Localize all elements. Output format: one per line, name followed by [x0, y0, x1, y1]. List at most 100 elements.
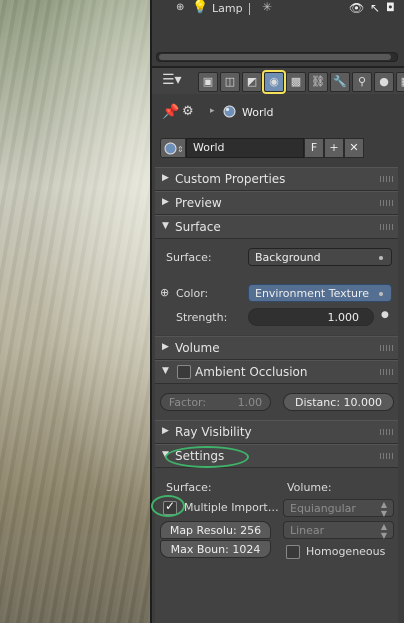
drag-grip-icon[interactable]: [380, 345, 394, 351]
collapsed-arrow-icon: ▶: [162, 342, 169, 352]
strength-field[interactable]: 1.000: [248, 308, 374, 326]
breadcrumb-arrow-icon: ▸: [210, 106, 215, 116]
updown-icon: ▲ ▼: [380, 500, 387, 518]
collapsed-arrow-icon: ▶: [162, 426, 169, 436]
strength-value: 1.000: [327, 311, 360, 324]
drag-grip-icon[interactable]: [380, 176, 394, 182]
ambient-occlusion-checkbox[interactable]: [177, 365, 191, 379]
ao-distance-field[interactable]: Distanc: 10.000: [283, 393, 394, 411]
new-world-button[interactable]: +: [324, 138, 344, 158]
expanded-arrow-icon: ▼: [162, 366, 169, 376]
lamp-data-icon[interactable]: ✳: [262, 0, 272, 14]
panel-ray-visibility[interactable]: ▶ Ray Visibility: [155, 420, 398, 444]
cursor-icon[interactable]: ↖: [370, 1, 380, 15]
collapsed-arrow-icon: ▶: [162, 197, 169, 207]
editor-type-icon[interactable]: ☰▾: [162, 72, 184, 90]
color-input-field[interactable]: Environment Texture: [248, 284, 392, 302]
scene-icon[interactable]: ◫: [220, 72, 240, 92]
volume-sampling-value: Equiangular: [290, 502, 356, 515]
eye-icon[interactable]: 👁: [349, 1, 364, 15]
unlink-world-button[interactable]: ✕: [344, 138, 364, 158]
volume-sampling-select[interactable]: Equiangular ▲ ▼: [283, 499, 394, 518]
world-icon[interactable]: ◉: [264, 72, 284, 92]
multiple-importance-label[interactable]: Multiple Import…: [184, 501, 279, 514]
render-icon[interactable]: ◘: [386, 1, 395, 14]
socket-dot-icon[interactable]: ●: [381, 310, 389, 320]
breadcrumb-world-label: World: [242, 106, 274, 119]
world-browse-button[interactable]: ⇕: [160, 138, 186, 158]
texture-icon[interactable]: ▦: [396, 72, 404, 92]
outliner-lamp-label[interactable]: Lamp: [212, 2, 243, 15]
surface-shader-value: Background: [255, 251, 321, 264]
volume-interpolation-select[interactable]: Linear ▲ ▼: [283, 521, 394, 540]
constraints-icon[interactable]: ⛓: [308, 72, 328, 92]
breadcrumb: 📌 ⚙ ▸ World: [152, 98, 404, 128]
homogeneous-label[interactable]: Homogeneous: [306, 545, 385, 558]
ao-factor-label: Factor:: [168, 396, 207, 409]
material-icon[interactable]: ●: [374, 72, 394, 92]
pin-icon[interactable]: 📌: [162, 104, 179, 120]
context-tabs: ▣ ◫ ◩ ◉ ▩ ⛓ 🔧 ⚲ ● ▦: [198, 72, 404, 92]
strength-label: Strength:: [176, 311, 228, 324]
panel-title: Volume: [175, 341, 220, 355]
scene-icon: ⚙: [182, 104, 194, 119]
properties-toolbar: ☰▾ ▣ ◫ ◩ ◉ ▩ ⛓ 🔧 ⚲ ● ▦: [152, 68, 404, 94]
world-datablock-selector: ⇕ World F + ✕: [160, 138, 364, 158]
socket-dot-icon[interactable]: [379, 256, 383, 260]
annotation-ellipse: [165, 446, 249, 468]
surface-shader-field[interactable]: Background: [248, 248, 392, 266]
modifiers-icon[interactable]: 🔧: [330, 72, 350, 92]
svg-text:⇕: ⇕: [177, 145, 182, 154]
panel-title: Custom Properties: [175, 172, 286, 186]
render-icon[interactable]: ▣: [198, 72, 218, 92]
annotation-ellipse: [151, 495, 185, 517]
drag-grip-icon[interactable]: [380, 200, 394, 206]
volume-interpolation-value: Linear: [290, 524, 325, 537]
panel-ambient-occlusion[interactable]: ▼ Ambient Occlusion: [155, 360, 398, 384]
world-name-field[interactable]: World: [186, 138, 304, 158]
horizontal-scrollbar[interactable]: [156, 52, 398, 62]
world-icon: [223, 105, 236, 121]
outliner: ⊕ 💡 Lamp ✳ 👁 ↖ ◘: [152, 0, 404, 66]
homogeneous-checkbox[interactable]: [286, 545, 300, 559]
collapsed-arrow-icon: ▶: [162, 173, 169, 183]
settings-surface-label: Surface:: [166, 481, 212, 494]
map-resolution-field[interactable]: Map Resolu: 256: [160, 521, 271, 539]
drag-grip-icon[interactable]: [380, 369, 394, 375]
settings-volume-label: Volume:: [287, 481, 332, 494]
object-icon[interactable]: ▩: [286, 72, 306, 92]
scrollbar-thumb[interactable]: [159, 54, 391, 60]
panel-title: Surface: [175, 220, 221, 234]
fake-user-button[interactable]: F: [304, 138, 324, 158]
updown-icon: ▲ ▼: [380, 522, 387, 540]
panel-custom-properties[interactable]: ▶ Custom Properties: [155, 167, 398, 191]
separator: [249, 3, 250, 15]
drag-grip-icon[interactable]: [380, 429, 394, 435]
max-bounces-value: Max Boun: 1024: [170, 543, 261, 556]
surface-label: Surface:: [166, 251, 212, 264]
panel-volume[interactable]: ▶ Volume: [155, 336, 398, 360]
socket-dot-icon[interactable]: [379, 292, 383, 296]
data-icon[interactable]: ⚲: [352, 72, 372, 92]
outliner-row-lamp[interactable]: ⊕ 💡 Lamp ✳ 👁 ↖ ◘: [152, 0, 404, 18]
expand-icon[interactable]: ⊕: [176, 2, 184, 13]
viewport-3d[interactable]: [0, 0, 150, 623]
map-resolution-value: Map Resolu: 256: [169, 524, 262, 537]
expand-node-icon[interactable]: ⊕: [160, 286, 169, 299]
panel-title: Preview: [175, 196, 222, 210]
panel-title: Ambient Occlusion: [195, 365, 308, 379]
expanded-arrow-icon: ▼: [162, 221, 169, 231]
ao-factor-field[interactable]: Factor: 1.00: [160, 393, 271, 411]
panel-preview[interactable]: ▶ Preview: [155, 191, 398, 215]
panel-title: Ray Visibility: [175, 425, 252, 439]
drag-grip-icon[interactable]: [380, 224, 394, 230]
render-layers-icon[interactable]: ◩: [242, 72, 262, 92]
ao-distance-value: Distanc: 10.000: [294, 396, 383, 409]
drag-grip-icon[interactable]: [380, 453, 394, 459]
panel-surface[interactable]: ▼ Surface: [155, 215, 398, 239]
lamp-icon: 💡: [192, 0, 209, 15]
max-bounces-field[interactable]: Max Boun: 1024: [160, 540, 271, 558]
color-label: Color:: [176, 287, 209, 300]
color-input-value: Environment Texture: [255, 287, 370, 300]
ao-factor-value: 1.00: [237, 396, 263, 409]
